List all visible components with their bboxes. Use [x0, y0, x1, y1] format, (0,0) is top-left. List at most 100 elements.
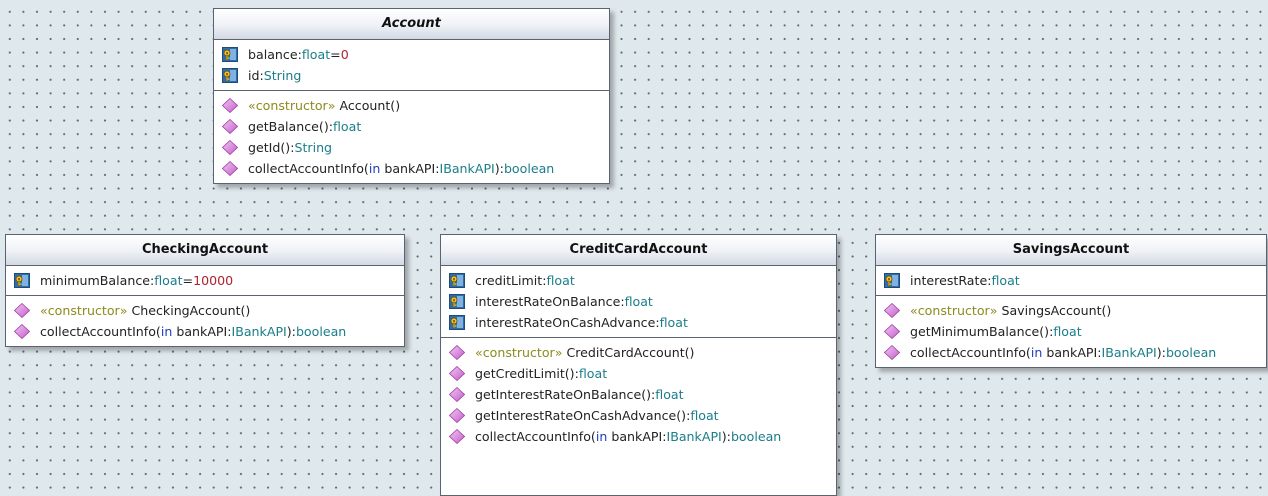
return-type: float	[655, 387, 684, 402]
operation-name: getInterestRateOnCashAdvance():	[475, 408, 691, 423]
class-name: CreditCardAccount	[441, 235, 836, 266]
return-type: float	[690, 408, 719, 423]
attribute-key-icon	[884, 273, 900, 288]
operation-stereotype: «constructor»	[248, 98, 336, 113]
operation-name: collectAccountInfo(	[475, 429, 596, 444]
operation-row[interactable]: getBalance():float	[214, 116, 609, 137]
operation-diamond-icon	[448, 428, 466, 445]
attribute-row[interactable]: minimumBalance:float=10000	[6, 270, 404, 291]
attribute-name: interestRate	[910, 273, 988, 288]
return-type: boolean	[503, 161, 555, 176]
operation-row[interactable]: collectAccountInfo(in bankAPI:IBankAPI):…	[214, 158, 609, 179]
parameter-type: IBankAPI	[666, 429, 722, 444]
class-credit-card-account[interactable]: CreditCardAccount creditLimit:float inter…	[440, 234, 837, 496]
operation-name: getCreditLimit():	[475, 366, 579, 381]
attribute-name: creditLimit	[475, 273, 543, 288]
operation-stereotype: «constructor»	[40, 303, 128, 318]
parameter-name: bankAPI:	[380, 161, 440, 176]
operation-name: Account()	[339, 98, 401, 113]
operation-row[interactable]: «constructor» SavingsAccount()	[876, 300, 1266, 321]
attributes-compartment: minimumBalance:float=10000	[6, 266, 404, 295]
attribute-row[interactable]: interestRateOnBalance:float	[441, 291, 836, 312]
operation-row[interactable]: getInterestRateOnBalance():float	[441, 384, 836, 405]
operation-diamond-icon	[448, 365, 466, 382]
class-name: CheckingAccount	[6, 235, 404, 266]
attribute-name: balance	[248, 47, 298, 62]
attribute-row[interactable]: id:String	[214, 65, 609, 86]
attribute-row[interactable]: balance:float=0	[214, 44, 609, 65]
parameter-direction: in	[595, 429, 608, 444]
operation-close: ):	[286, 324, 296, 339]
return-type: boolean	[730, 429, 782, 444]
operation-name: getBalance():	[248, 119, 333, 134]
operation-name: CreditCardAccount()	[566, 345, 695, 360]
operation-name: CheckingAccount()	[131, 303, 251, 318]
attribute-type: float	[546, 273, 575, 288]
operation-diamond-icon	[448, 407, 466, 424]
operation-diamond-icon	[13, 323, 31, 340]
operation-stereotype: «constructor»	[910, 303, 998, 318]
attribute-key-icon	[449, 273, 465, 288]
operation-name: collectAccountInfo(	[40, 324, 161, 339]
attribute-type: float	[991, 273, 1020, 288]
operation-close: ):	[494, 161, 504, 176]
attribute-type: float	[154, 273, 183, 288]
attribute-type: float	[624, 294, 653, 309]
operation-row[interactable]: getId():String	[214, 137, 609, 158]
operation-close: ):	[1156, 345, 1166, 360]
operation-row[interactable]: collectAccountInfo(in bankAPI:IBankAPI):…	[876, 342, 1266, 363]
operation-diamond-icon	[448, 344, 466, 361]
operation-name: collectAccountInfo(	[910, 345, 1031, 360]
parameter-type: IBankAPI	[231, 324, 287, 339]
operations-compartment: «constructor» CreditCardAccount() getCred…	[441, 337, 836, 451]
parameter-name: bankAPI:	[172, 324, 232, 339]
attribute-name: id	[248, 68, 260, 83]
attribute-name: interestRateOnCashAdvance	[475, 315, 656, 330]
parameter-direction: in	[160, 324, 173, 339]
attribute-row[interactable]: interestRateOnCashAdvance:float	[441, 312, 836, 333]
parameter-name: bankAPI:	[1042, 345, 1102, 360]
parameter-type: IBankAPI	[1101, 345, 1157, 360]
attribute-default: 0	[340, 47, 349, 62]
operation-diamond-icon	[221, 118, 239, 135]
operation-row[interactable]: collectAccountInfo(in bankAPI:IBankAPI):…	[441, 426, 836, 447]
parameter-direction: in	[1030, 345, 1043, 360]
operation-row[interactable]: «constructor» Account()	[214, 95, 609, 116]
return-type: float	[578, 366, 608, 381]
default-separator: =	[182, 273, 194, 288]
attribute-row[interactable]: creditLimit:float	[441, 270, 836, 291]
parameter-name: bankAPI:	[607, 429, 667, 444]
operation-diamond-icon	[221, 139, 239, 156]
attributes-compartment: balance:float=0 id:String	[214, 40, 609, 90]
operations-compartment: «constructor» SavingsAccount() getMinimum…	[876, 295, 1266, 367]
class-savings-account[interactable]: SavingsAccount interestRate:float «const…	[875, 234, 1267, 368]
class-account[interactable]: Account balance:float=0 id:String «constr…	[213, 8, 610, 184]
class-checking-account[interactable]: CheckingAccount minimumBalance:float=100…	[5, 234, 405, 347]
operation-diamond-icon	[13, 302, 31, 319]
parameter-type: IBankAPI	[439, 161, 495, 176]
operation-row[interactable]: getCreditLimit():float	[441, 363, 836, 384]
operation-name: collectAccountInfo(	[248, 161, 369, 176]
attribute-key-icon	[449, 294, 465, 309]
attributes-compartment: creditLimit:float interestRateOnBalance:f…	[441, 266, 836, 337]
operation-diamond-icon	[221, 97, 239, 114]
attribute-row[interactable]: interestRate:float	[876, 270, 1266, 291]
attribute-key-icon	[222, 47, 238, 62]
attribute-key-icon	[14, 273, 30, 288]
operation-row[interactable]: getMinimumBalance():float	[876, 321, 1266, 342]
operation-row[interactable]: «constructor» CreditCardAccount()	[441, 342, 836, 363]
operations-compartment: «constructor» Account() getBalance():floa…	[214, 90, 609, 183]
operation-row[interactable]: getInterestRateOnCashAdvance():float	[441, 405, 836, 426]
attribute-key-icon	[222, 68, 238, 83]
attribute-name: interestRateOnBalance	[475, 294, 621, 309]
operation-row[interactable]: collectAccountInfo(in bankAPI:IBankAPI):…	[6, 321, 404, 342]
operation-close: ):	[721, 429, 731, 444]
operation-stereotype: «constructor»	[475, 345, 563, 360]
operation-row[interactable]: «constructor» CheckingAccount()	[6, 300, 404, 321]
parameter-direction: in	[368, 161, 381, 176]
operation-name: SavingsAccount()	[1001, 303, 1112, 318]
operation-diamond-icon	[883, 323, 901, 340]
attribute-default: 10000	[193, 273, 234, 288]
operation-diamond-icon	[883, 302, 901, 319]
attribute-key-icon	[449, 315, 465, 330]
